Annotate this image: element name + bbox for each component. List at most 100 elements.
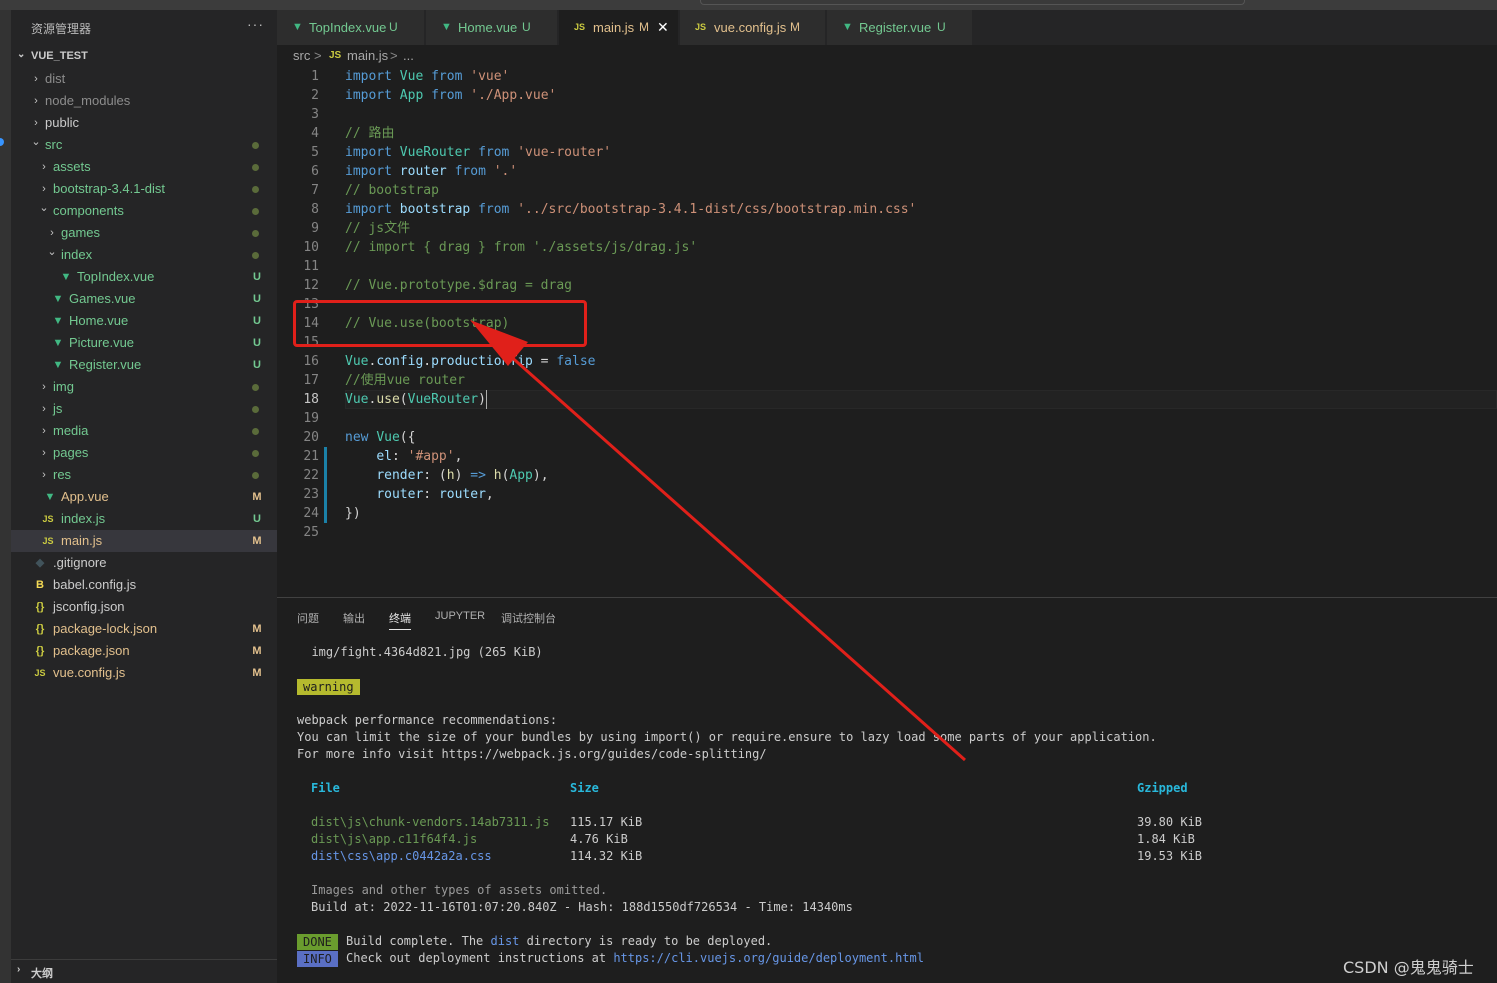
git-status-dot [252, 142, 259, 149]
folder-item[interactable]: › bootstrap-3.4.1-dist [11, 178, 277, 200]
item-label: vue.config.js [53, 665, 126, 680]
panel-tab[interactable]: 输出 [343, 610, 365, 626]
tab-label: TopIndex.vue [309, 20, 387, 35]
vue-file-icon: ▼ [441, 21, 452, 33]
git-status-badge: M [252, 535, 262, 547]
tab-register-vue[interactable]: ▼ Register.vue U [827, 10, 973, 45]
file-item[interactable]: {} package-lock.json M [11, 618, 277, 640]
code-line[interactable]: import bootstrap from '../src/bootstrap-… [345, 200, 916, 219]
git-status-badge: U [253, 513, 261, 525]
file-item[interactable]: JS vue.config.js M [11, 662, 277, 684]
close-icon[interactable]: ✕ [657, 10, 669, 45]
code-line[interactable]: Vue.config.productionTip = false [345, 352, 595, 371]
file-item[interactable]: ▼ Home.vue U [11, 310, 277, 332]
code-line[interactable]: el: '#app', [345, 447, 462, 466]
asset-gzipped: 1.84 KiB [1137, 832, 1195, 846]
breadcrumb-file[interactable]: main.js [347, 48, 388, 63]
item-label: Games.vue [69, 291, 136, 306]
js-file-icon: JS [329, 50, 342, 61]
folder-item[interactable]: › assets [11, 156, 277, 178]
code-line[interactable]: router: router, [345, 485, 493, 504]
code-line[interactable]: //使用vue router [345, 371, 465, 390]
breadcrumb-folder[interactable]: src [293, 48, 310, 63]
git-status-dot [252, 164, 259, 171]
line-number: 24 [303, 506, 319, 521]
panel-tab[interactable]: JUPYTER [435, 610, 485, 622]
tab-home-vue[interactable]: ▼ Home.vue U [426, 10, 558, 45]
file-item[interactable]: {} jsconfig.json [11, 596, 277, 618]
folder-item[interactable]: ⌄ components [11, 200, 277, 222]
file-item[interactable]: ▼ App.vue M [11, 486, 277, 508]
code-line[interactable]: import router from '.' [345, 162, 517, 181]
asset-file: dist\js\app.c11f64f4.js [311, 832, 478, 846]
line-number: 9 [311, 221, 319, 236]
git-status-badge: U [253, 315, 261, 327]
tab-topindex-vue[interactable]: ▼ TopIndex.vue U [277, 10, 425, 45]
git-change-gutter [324, 447, 327, 523]
code-line[interactable]: }) [345, 504, 361, 523]
code-line[interactable]: import VueRouter from 'vue-router' [345, 143, 611, 162]
file-item[interactable]: ▼ TopIndex.vue U [11, 266, 277, 288]
panel-tab[interactable]: 终端 [389, 610, 411, 630]
asset-size: 4.76 KiB [570, 832, 628, 846]
code-line[interactable]: // js文件 [345, 219, 410, 238]
table-header-gzipped: Gzipped [1137, 781, 1188, 795]
file-item[interactable]: ▼ Picture.vue U [11, 332, 277, 354]
file-item[interactable]: Bbabel.config.js [11, 574, 277, 596]
file-item[interactable]: ◆ .gitignore [11, 552, 277, 574]
activity-bar [0, 10, 11, 983]
workspace-name: VUE_TEST [31, 50, 88, 62]
file-item[interactable]: JS main.js M [11, 530, 277, 552]
file-item[interactable]: ▼ Register.vue U [11, 354, 277, 376]
folder-item[interactable]: › js [11, 398, 277, 420]
file-item[interactable]: {} package.json M [11, 640, 277, 662]
folder-item[interactable]: › media [11, 420, 277, 442]
code-line[interactable]: // bootstrap [345, 181, 439, 200]
code-line[interactable]: new Vue({ [345, 428, 415, 447]
code-line[interactable]: // 路由 [345, 124, 394, 143]
terminal-line: For more info visit https://webpack.js.o… [297, 747, 767, 761]
more-actions-icon[interactable]: ··· [247, 16, 264, 32]
tab-main-js[interactable]: JS main.js M ✕ [559, 10, 679, 45]
git-status-badge: U [253, 359, 261, 371]
file-item[interactable]: ▼ Games.vue U [11, 288, 277, 310]
chevron-right-icon: › [42, 425, 46, 437]
panel-tab[interactable]: 问题 [297, 610, 319, 626]
chevron-right-icon: › [42, 161, 46, 173]
folder-item[interactable]: ⌄ index [11, 244, 277, 266]
git-status-badge: U [253, 293, 261, 305]
code-line[interactable]: import Vue from 'vue' [345, 67, 509, 86]
explorer-header: 资源管理器 ··· [11, 10, 277, 46]
editor-tab-bar: ▼ TopIndex.vue U ▼ Home.vue U JS main.js M ✕ JS vue… [277, 10, 1497, 45]
workspace-section-header[interactable]: ⌄ VUE_TEST [11, 46, 277, 68]
code-line[interactable]: Vue.use(VueRouter) [345, 390, 487, 409]
code-line[interactable]: import App from './App.vue' [345, 86, 556, 105]
folder-item[interactable]: › img [11, 376, 277, 398]
folder-item[interactable]: › res [11, 464, 277, 486]
line-number: 16 [303, 354, 319, 369]
git-status-badge: M [252, 645, 262, 657]
deployment-link[interactable]: https://cli.vuejs.org/guide/deployment.h… [613, 951, 924, 965]
command-center[interactable] [700, 0, 1245, 5]
tab-vue-config-js[interactable]: JS vue.config.js M [680, 10, 826, 45]
code-line[interactable]: // import { drag } from './assets/js/dra… [345, 238, 697, 257]
file-item[interactable]: JS index.js U [11, 508, 277, 530]
folder-item[interactable]: › node_modules [11, 90, 277, 112]
git-status-dot [252, 428, 259, 435]
folder-item[interactable]: › pages [11, 442, 277, 464]
folder-item[interactable]: ⌄ src [11, 134, 277, 156]
chevron-down-icon: ⌄ [17, 49, 26, 60]
code-line[interactable]: // Vue.prototype.$drag = drag [345, 276, 572, 295]
watermark: CSDN @鬼鬼骑士 [1343, 958, 1474, 977]
panel-tab[interactable]: 调试控制台 [501, 610, 556, 626]
folder-item[interactable]: › dist [11, 68, 277, 90]
breadcrumb-symbol[interactable]: ... [403, 48, 414, 63]
asset-gzipped: 19.53 KiB [1137, 849, 1203, 863]
tab-git-status: U [937, 20, 946, 34]
git-status-dot [252, 230, 259, 237]
outline-section-header[interactable]: › 大纲 [11, 959, 277, 983]
asset-gzipped: 39.80 KiB [1137, 815, 1203, 829]
item-label: bootstrap-3.4.1-dist [53, 181, 166, 196]
code-line[interactable]: render: (h) => h(App), [345, 466, 548, 485]
folder-item[interactable]: › public [11, 112, 277, 134]
